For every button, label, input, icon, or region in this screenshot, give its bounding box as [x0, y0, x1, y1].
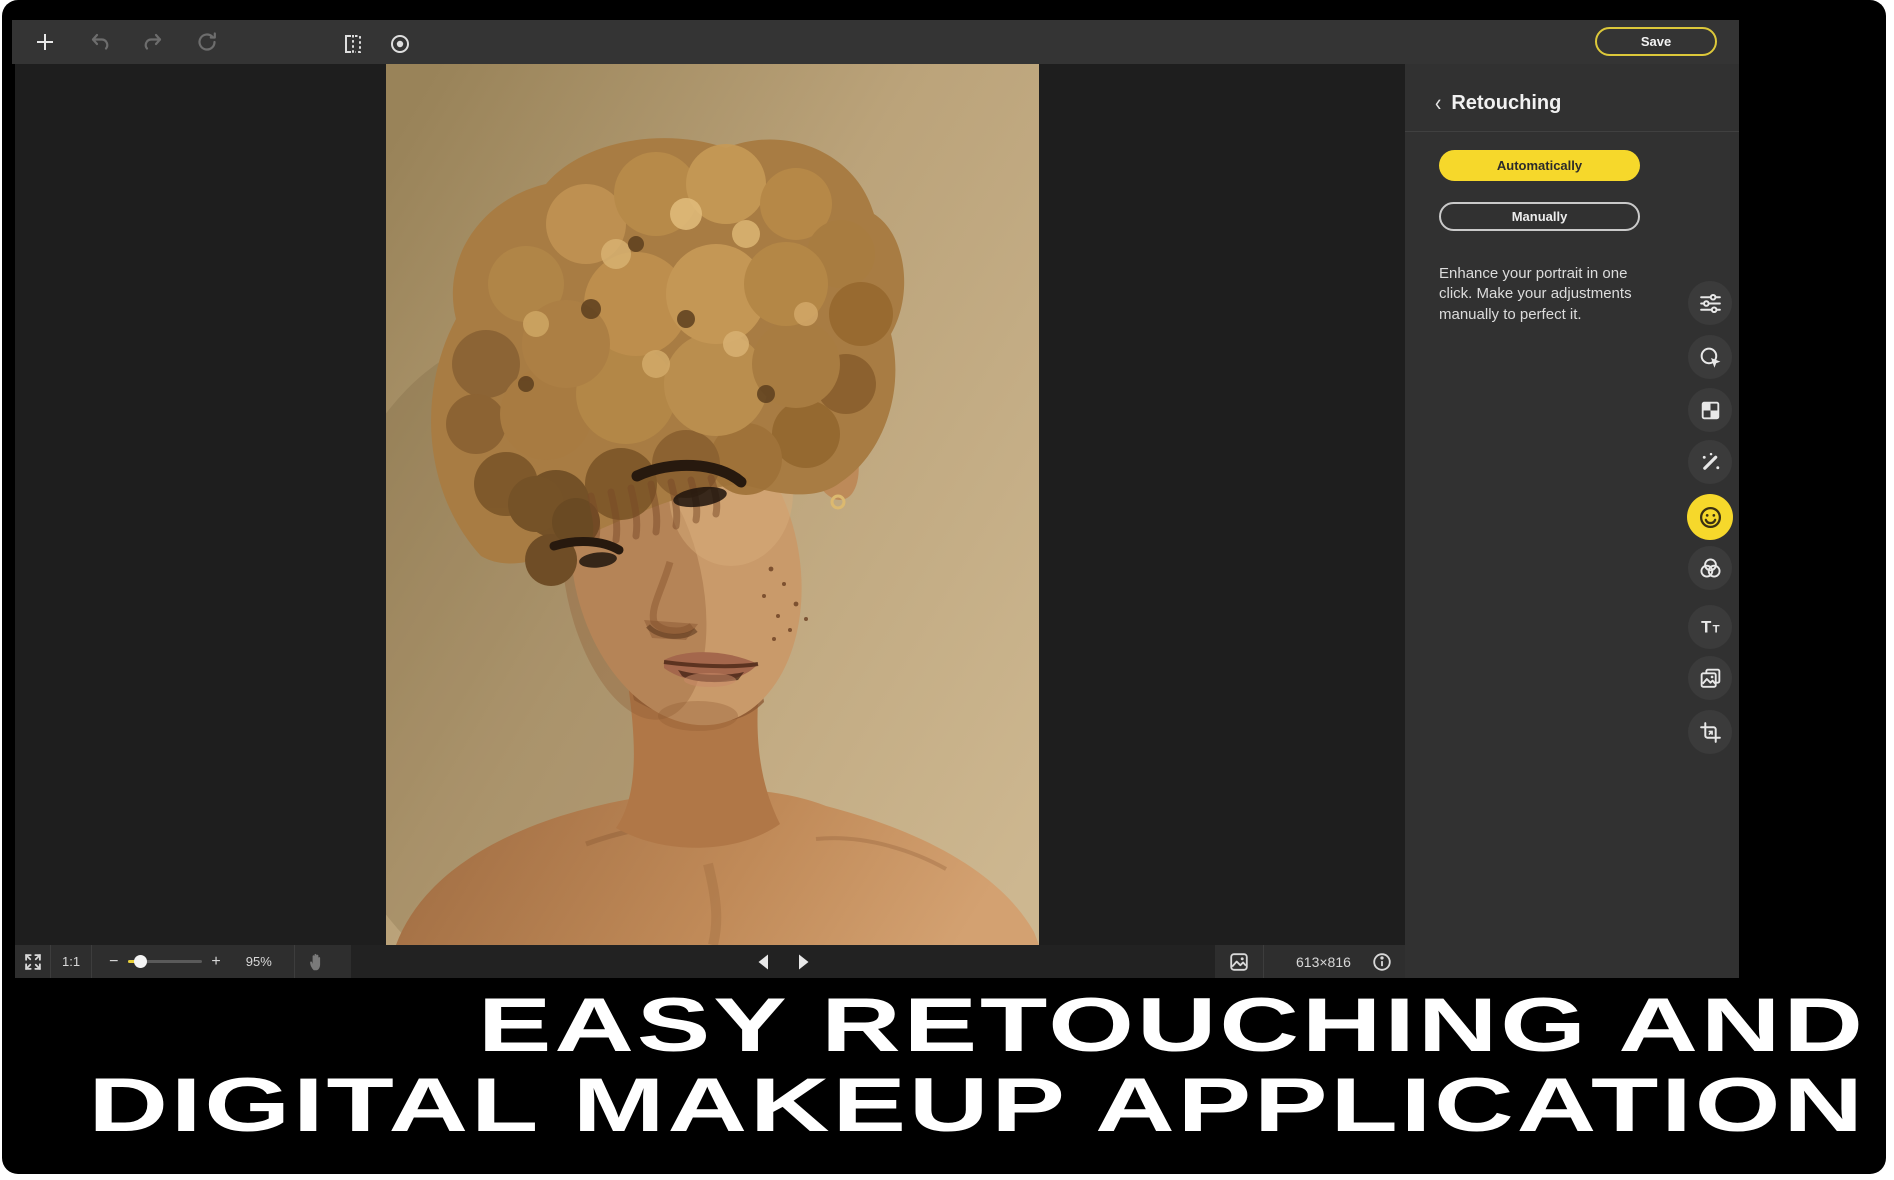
portrait-illustration — [386, 64, 1039, 945]
picture-overlay-icon — [1698, 666, 1723, 691]
zoom-slider[interactable] — [128, 960, 202, 963]
tool-color-effects[interactable] — [1688, 546, 1732, 590]
zoom-in-button[interactable]: + — [211, 953, 220, 971]
checkerboard-icon — [1698, 398, 1723, 423]
zoom-controls-group: 1:1 − + 95% — [15, 945, 351, 978]
tool-retouch-select[interactable] — [1688, 335, 1732, 379]
tool-crop[interactable] — [1688, 710, 1732, 754]
top-toolbar: Save — [12, 20, 1739, 64]
automatically-button[interactable]: Automatically — [1439, 150, 1640, 181]
editor-canvas[interactable] — [15, 64, 1405, 945]
status-bar: 1:1 − + 95% — [15, 945, 1405, 978]
headline-line-2: DIGITAL MAKEUP APPLICATION — [89, 1066, 1866, 1146]
image-dimensions: 613×816 — [1296, 954, 1351, 970]
tool-face-retouch-active[interactable] — [1687, 494, 1733, 540]
app-window: Save — [2, 0, 1886, 1174]
svg-text:T: T — [1701, 617, 1711, 636]
tool-adjustments[interactable] — [1688, 281, 1732, 325]
venn-circles-icon — [1698, 556, 1723, 581]
actual-size-button[interactable]: 1:1 — [62, 954, 80, 969]
smiley-face-icon — [1698, 505, 1723, 530]
save-button[interactable]: Save — [1595, 27, 1717, 56]
image-thumbnail-icon[interactable] — [1228, 951, 1250, 973]
tool-overlays[interactable] — [1688, 656, 1732, 700]
headline-line-1: EASY RETOUCHING AND — [89, 986, 1866, 1066]
pan-hand-icon[interactable] — [306, 951, 328, 973]
previous-photo-button[interactable] — [753, 950, 777, 974]
info-icon[interactable] — [1371, 951, 1393, 973]
svg-text:T: T — [1712, 623, 1719, 635]
preview-eye-icon[interactable] — [388, 32, 412, 56]
panel-title: Retouching — [1451, 92, 1561, 115]
tool-background[interactable] — [1688, 388, 1732, 432]
panel-description: Enhance your portrait in one click. Make… — [1439, 264, 1657, 325]
zoom-level-value: 95% — [246, 954, 272, 969]
undo-icon[interactable] — [88, 30, 112, 54]
panel-divider — [1405, 131, 1739, 132]
magic-wand-icon — [1698, 450, 1723, 475]
redo-icon[interactable] — [141, 30, 165, 54]
compare-before-after-icon[interactable] — [341, 32, 365, 56]
add-photo-icon[interactable] — [33, 30, 57, 54]
zoom-out-button[interactable]: − — [109, 953, 118, 971]
fit-screen-icon[interactable] — [22, 951, 44, 973]
marketing-headline: EASY RETOUCHING AND DIGITAL MAKEUP APPLI… — [640, 986, 1866, 1146]
manually-button[interactable]: Manually — [1439, 202, 1640, 231]
crop-icon — [1698, 720, 1723, 745]
text-tool-icon: T T — [1698, 615, 1723, 640]
zoom-slider-thumb[interactable] — [134, 955, 147, 968]
tool-magic-wand[interactable] — [1688, 440, 1732, 484]
portrait-photo — [386, 64, 1039, 945]
cursor-circle-icon — [1698, 345, 1723, 370]
panel-back-header[interactable]: ‹ Retouching — [1435, 92, 1561, 115]
back-chevron-icon: ‹ — [1435, 90, 1441, 118]
next-photo-button[interactable] — [790, 950, 814, 974]
reset-icon[interactable] — [195, 30, 219, 54]
sliders-icon — [1698, 291, 1723, 316]
image-info-group: 613×816 — [1215, 945, 1405, 978]
tool-text[interactable]: T T — [1688, 605, 1732, 649]
